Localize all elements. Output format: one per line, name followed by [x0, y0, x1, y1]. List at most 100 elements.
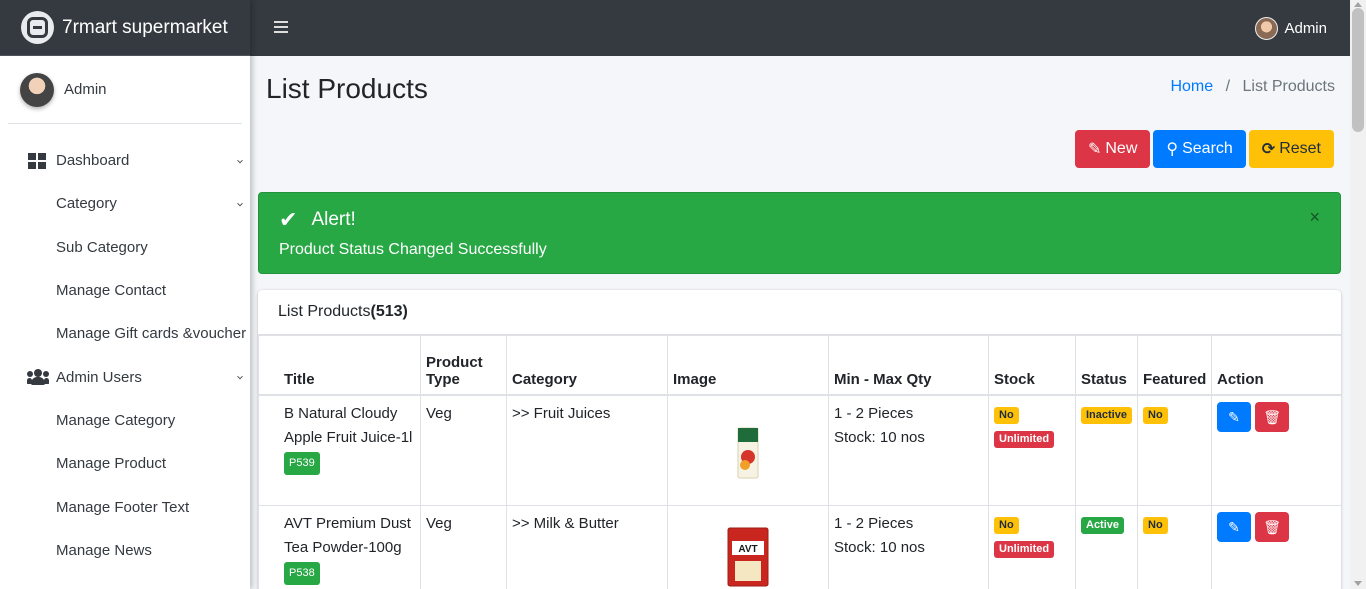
sidebar-item-manage-news[interactable]: Manage News	[0, 529, 250, 572]
products-table: Title Product Type Category Image Min - M…	[258, 335, 1341, 589]
sidebar-item-manage-contact[interactable]: Manage Contact	[0, 269, 250, 312]
delete-button[interactable]: 🗑	[1255, 401, 1290, 432]
product-title-cell: AVT Premium Dust Tea Powder-100g P538	[258, 505, 421, 589]
search-button[interactable]: ⚲ Search	[1153, 130, 1246, 168]
chevron-icon	[237, 157, 243, 164]
brand-link[interactable]: 7rmart supermarket	[0, 0, 250, 56]
scroll-thumb[interactable]	[1352, 8, 1364, 132]
featured-cell: No	[1137, 505, 1212, 589]
column-header-qty: Min - Max Qty	[828, 335, 989, 396]
sidebar-item-label: Manage Footer Text	[56, 498, 190, 516]
column-header-stock: Stock	[988, 335, 1076, 396]
qty-cell: 1 - 2 Pieces Stock: 10 nos	[828, 505, 989, 589]
user-panel[interactable]: Admin	[8, 56, 242, 124]
sidebar-item-label: Category	[56, 195, 117, 213]
status-badge[interactable]: Active	[1081, 517, 1125, 534]
product-code-badge: P538	[284, 562, 320, 585]
success-alert: ✔ Alert! Product Status Changed Successf…	[258, 192, 1341, 274]
users-icon	[27, 369, 49, 386]
search-button-label: Search	[1182, 140, 1233, 157]
sidebar-item-label: Manage News	[56, 541, 152, 559]
category-cell: >> Milk & Butter	[506, 505, 668, 589]
edit-icon: ✎	[1228, 519, 1240, 535]
sidebar-item-admin-users[interactable]: Admin Users	[0, 355, 250, 398]
new-button[interactable]: ✎ New	[1074, 130, 1151, 168]
menu-toggle-icon[interactable]	[274, 21, 288, 33]
top-user-name: Admin	[1284, 20, 1327, 37]
delete-button[interactable]: 🗑	[1255, 512, 1290, 542]
column-header-title: Title	[258, 335, 421, 396]
sidebar-item-label: Admin Users	[56, 368, 142, 386]
top-user-avatar	[1255, 17, 1279, 40]
new-button-label: New	[1105, 140, 1138, 157]
alert-title: Alert!	[311, 209, 356, 230]
reset-button[interactable]: ⟳ Reset	[1248, 130, 1334, 168]
svg-text:AVT: AVT	[738, 544, 757, 555]
sidebar-item-label: Manage Category	[56, 411, 176, 429]
unlimited-badge: Unlimited	[994, 430, 1055, 448]
brand-logo-icon	[21, 11, 54, 44]
page-scrollbar[interactable]	[1350, 0, 1366, 589]
featured-badge[interactable]: No	[1143, 406, 1168, 424]
product-image-juice[interactable]	[737, 427, 759, 479]
reset-button-label: Reset	[1279, 140, 1321, 157]
search-icon: ⚲	[1166, 141, 1179, 158]
product-title-cell: B Natural Cloudy Apple Fruit Juice-1l P5…	[258, 394, 421, 506]
edit-button[interactable]: ✎	[1217, 512, 1251, 542]
status-badge[interactable]: Inactive	[1081, 406, 1132, 424]
product-image-tea[interactable]: AVT	[727, 527, 769, 587]
featured-badge[interactable]: No	[1143, 517, 1168, 534]
brand-name: 7rmart supermarket	[62, 16, 228, 38]
stock-badge: No	[994, 406, 1019, 424]
unlimited-badge: Unlimited	[994, 541, 1055, 558]
edit-icon: ✎	[1228, 408, 1240, 425]
top-navbar: Admin	[250, 0, 1350, 56]
table-header-row: Title Product Type Category Image Min - M…	[258, 335, 1341, 396]
sidebar-item-sub-category[interactable]: Sub Category	[0, 226, 250, 269]
edit-button[interactable]: ✎	[1217, 401, 1251, 432]
breadcrumb-home-link[interactable]: Home	[1170, 78, 1213, 95]
sidebar-item-category[interactable]: Category	[0, 182, 250, 225]
product-type-cell: Veg	[420, 394, 507, 506]
column-header-status: Status	[1075, 335, 1138, 396]
product-count: (513)	[370, 303, 408, 320]
table-row: AVT Premium Dust Tea Powder-100g P538 Ve…	[258, 505, 1341, 589]
stock-cell: No Unlimited	[988, 394, 1076, 506]
edit-icon: ✎	[1087, 141, 1102, 158]
card-title-text: List Products	[278, 303, 371, 320]
chevron-icon	[237, 373, 243, 380]
trash-icon: 🗑	[1263, 519, 1282, 535]
card-title: List Products (513)	[258, 290, 1341, 335]
close-icon[interactable]: ×	[1309, 207, 1320, 228]
sidebar: 7rmart supermarket Admin Dashboard Categ…	[0, 0, 250, 589]
check-icon: ✔	[279, 207, 298, 232]
products-card: List Products (513) Title Product Type Cat…	[258, 290, 1341, 589]
dashboard-icon	[27, 152, 47, 169]
stock-badge: No	[994, 517, 1019, 534]
breadcrumb-separator: /	[1225, 78, 1231, 95]
alert-message: Product Status Changed Successfully	[279, 241, 547, 258]
sidebar-item-label: Manage Gift cards &voucher	[56, 325, 247, 343]
sidebar-item-label: Manage Contact	[56, 282, 167, 300]
featured-cell: No	[1137, 394, 1212, 506]
page-title: List Products	[266, 73, 428, 104]
action-buttons: ✎ New ⚲ Search ⟳ Reset	[1074, 130, 1334, 168]
column-header-image: Image	[667, 335, 829, 396]
sidebar-item-gift-cards[interactable]: Manage Gift cards &voucher	[0, 312, 250, 355]
user-name: Admin	[64, 81, 107, 98]
product-type-cell: Veg	[420, 505, 507, 589]
top-user-menu[interactable]: Admin	[1255, 17, 1327, 40]
refresh-icon: ⟳	[1261, 141, 1276, 158]
breadcrumb: Home / List Products	[1170, 78, 1335, 96]
sidebar-item-label: Dashboard	[56, 152, 130, 170]
sidebar-item-manage-category[interactable]: Manage Category	[0, 399, 250, 442]
breadcrumb-current: List Products	[1242, 78, 1335, 95]
scroll-up-icon[interactable]	[1354, 2, 1362, 7]
sidebar-item-dashboard[interactable]: Dashboard	[0, 139, 250, 182]
category-cell: >> Fruit Juices	[506, 394, 668, 506]
sidebar-item-manage-product[interactable]: Manage Product	[0, 442, 250, 485]
product-code-badge: P539	[284, 451, 320, 475]
column-header-action: Action	[1211, 335, 1341, 396]
scroll-down-icon[interactable]	[1354, 581, 1362, 586]
sidebar-item-manage-footer-text[interactable]: Manage Footer Text	[0, 485, 250, 528]
